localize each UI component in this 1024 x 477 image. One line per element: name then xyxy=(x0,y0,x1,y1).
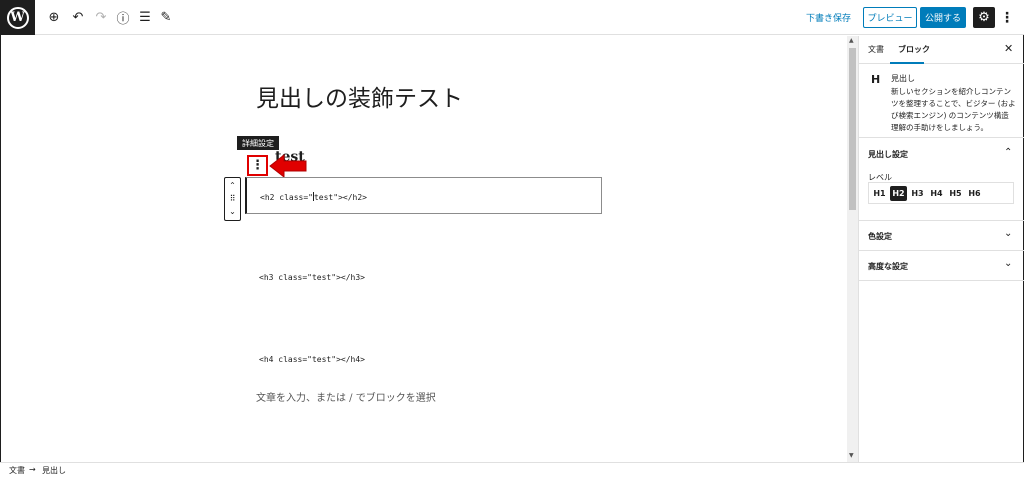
save-draft-button[interactable]: 下書き保存 xyxy=(806,11,851,24)
custom-html-block[interactable]: <h2 class="test"></h2> xyxy=(245,177,602,214)
breadcrumb-document[interactable]: 文書 xyxy=(9,465,25,476)
redo-icon[interactable]: ↷ xyxy=(93,9,109,25)
panel-title-heading-settings[interactable]: 見出し設定 xyxy=(868,149,908,160)
level-h6-button[interactable]: H6 xyxy=(966,186,983,201)
settings-sidebar: 文書 ブロック ✕ H 見出し 新しいセクションを紹介しコンテンツを整理すること… xyxy=(858,36,1024,462)
heading-icon: H xyxy=(871,73,881,86)
sidebar-tabs: 文書 ブロック ✕ xyxy=(859,36,1024,64)
red-arrow-annotation xyxy=(269,153,307,179)
scroll-up-icon[interactable]: ▲ xyxy=(849,37,854,44)
more-options-button[interactable]: ⋮ xyxy=(999,7,1015,28)
edit-icon[interactable]: ✎ xyxy=(158,9,174,25)
chevron-up-icon[interactable]: ⌃ xyxy=(225,181,240,191)
level-h2-button[interactable]: H2 xyxy=(890,186,907,201)
block-card-description: 新しいセクションを紹介しコンテンツを整理することで、ビジター (および検索エンジ… xyxy=(891,87,1016,132)
block-breadcrumb: 文書 → 見出し xyxy=(0,462,1024,477)
block-mover[interactable]: ⌃ ⠿ ⌄ xyxy=(224,177,241,221)
level-h4-button[interactable]: H4 xyxy=(928,186,945,201)
block-placeholder[interactable]: 文章を入力、または / でブロックを選択 xyxy=(256,389,436,404)
code-text-before: <h2 class=" xyxy=(260,193,313,202)
scrollbar-thumb[interactable] xyxy=(849,48,856,210)
block-options-button[interactable]: ⋮ xyxy=(247,155,268,176)
publish-button[interactable]: 公開する xyxy=(920,7,966,28)
panel-title-advanced[interactable]: 高度な設定 xyxy=(868,261,908,272)
tab-document[interactable]: 文書 xyxy=(868,44,884,55)
tooltip: 詳細設定 xyxy=(237,136,279,150)
level-h5-button[interactable]: H5 xyxy=(947,186,964,201)
level-h3-button[interactable]: H3 xyxy=(909,186,926,201)
chevron-down-icon[interactable]: ⌄ xyxy=(225,207,240,217)
code-text-after: test"></h2> xyxy=(313,193,367,202)
settings-button[interactable]: ⚙ xyxy=(973,7,995,28)
editor-canvas: 見出しの装飾テスト test 詳細設定 ⋮ ⌃ ⠿ ⌄ <h2 class="t… xyxy=(0,36,847,462)
heading-level-toolbar: H1 H2 H3 H4 H5 H6 xyxy=(868,182,1014,204)
gear-icon: ⚙ xyxy=(978,10,990,25)
more-vertical-icon: ⋮ xyxy=(1000,9,1014,26)
info-icon[interactable]: ⓘ xyxy=(115,9,131,27)
editor-header: W ⊕ ↶ ↷ ⓘ ☰ ✎ 下書き保存 プレビュー 公開する ⚙ ⋮ xyxy=(0,0,1024,35)
breadcrumb-heading[interactable]: 見出し xyxy=(42,465,66,476)
active-tab-indicator xyxy=(890,62,924,64)
panel-title-color-settings[interactable]: 色設定 xyxy=(868,231,892,242)
html-code-h2[interactable]: <h2 class="test"></h2> xyxy=(260,192,367,202)
wordpress-logo-button[interactable]: W xyxy=(0,0,35,35)
advanced-settings-panel[interactable]: 高度な設定 ⌄ xyxy=(859,251,1024,281)
undo-icon[interactable]: ↶ xyxy=(70,9,86,25)
tab-block[interactable]: ブロック xyxy=(898,44,930,55)
level-h1-button[interactable]: H1 xyxy=(871,186,888,201)
breadcrumb-separator: → xyxy=(29,465,36,474)
preview-button[interactable]: プレビュー xyxy=(863,7,917,28)
plus-icon[interactable]: ⊕ xyxy=(46,9,62,25)
scroll-down-icon[interactable]: ▼ xyxy=(849,452,854,459)
color-settings-panel[interactable]: 色設定 ⌄ xyxy=(859,221,1024,251)
more-vertical-icon: ⋮ xyxy=(251,158,264,173)
block-card: H 見出し 新しいセクションを紹介しコンテンツを整理することで、ビジター (およ… xyxy=(859,65,1024,138)
editor-scrollbar[interactable]: ▲ ▼ xyxy=(847,36,858,462)
chevron-down-icon[interactable]: ⌄ xyxy=(1004,258,1012,269)
drag-handle-icon[interactable]: ⠿ xyxy=(225,194,240,204)
close-icon[interactable]: ✕ xyxy=(1004,42,1013,55)
post-title[interactable]: 見出しの装飾テスト xyxy=(256,79,463,113)
chevron-up-icon[interactable]: ⌃ xyxy=(1004,147,1012,158)
block-card-title: 見出し xyxy=(891,74,915,83)
html-code-h3[interactable]: <h3 class="test"></h3> xyxy=(259,273,365,282)
html-code-h4[interactable]: <h4 class="test"></h4> xyxy=(259,355,365,364)
wordpress-icon: W xyxy=(6,6,29,29)
chevron-down-icon[interactable]: ⌄ xyxy=(1004,228,1012,239)
list-view-icon[interactable]: ☰ xyxy=(137,9,153,25)
